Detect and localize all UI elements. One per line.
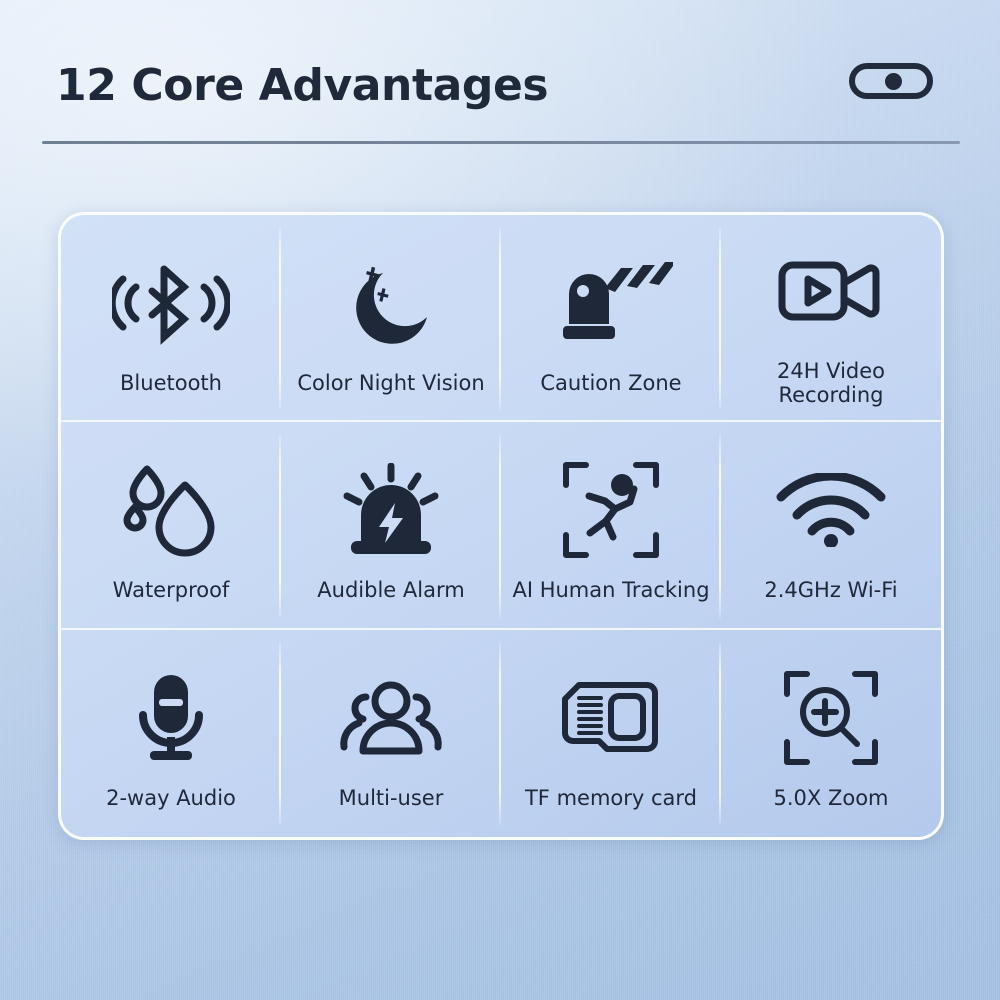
crescent-moon-stars-icon	[343, 244, 439, 362]
running-person-brackets-icon	[562, 451, 660, 569]
header-divider	[42, 141, 960, 144]
feature-label: AI Human Tracking	[512, 578, 710, 603]
feature-label: 2-way Audio	[106, 785, 236, 810]
people-group-icon	[339, 659, 443, 777]
feature-cell-24h-video-recording[interactable]: 24H Video Recording	[721, 215, 941, 423]
video-camera-play-icon	[776, 232, 886, 350]
magnifier-plus-brackets-icon	[783, 659, 879, 777]
product-feature-page: 12 Core Advantages Bluetooth Color Night…	[0, 0, 1000, 1000]
feature-cell-zoom[interactable]: 5.0X Zoom	[721, 630, 941, 837]
feature-label: Multi-user	[338, 785, 444, 810]
feature-cell-bluetooth[interactable]: Bluetooth	[61, 215, 281, 423]
page-header: 12 Core Advantages	[0, 0, 1000, 150]
feature-cell-audible-alarm[interactable]: Audible Alarm	[281, 422, 501, 630]
memory-card-icon	[559, 659, 663, 777]
feature-label: Caution Zone	[540, 370, 682, 395]
wifi-icon	[775, 451, 887, 569]
bluetooth-icon	[112, 244, 230, 362]
feature-label: 2.4GHz Wi-Fi	[764, 578, 898, 603]
page-title: 12 Core Advantages	[56, 60, 549, 111]
feature-cell-2-way-audio[interactable]: 2-way Audio	[61, 630, 281, 837]
feature-cell-ai-human-tracking[interactable]: AI Human Tracking	[501, 422, 721, 630]
feature-cell-wifi[interactable]: 2.4GHz Wi-Fi	[721, 422, 941, 630]
feature-label: 24H Video Recording	[776, 359, 886, 407]
feature-label: TF memory card	[524, 785, 697, 810]
feature-grid: Bluetooth Color Night Vision Caution Zon…	[61, 215, 941, 837]
feature-card: Bluetooth Color Night Vision Caution Zon…	[58, 212, 944, 840]
toggle-knob	[885, 73, 902, 90]
feature-label: Bluetooth	[120, 370, 222, 395]
microphone-icon	[129, 659, 213, 777]
siren-lightning-icon	[339, 451, 443, 569]
boom-barrier-gate-icon	[547, 244, 675, 362]
toggle-switch-icon[interactable]	[849, 63, 933, 99]
feature-cell-multi-user[interactable]: Multi-user	[281, 630, 501, 837]
feature-cell-caution-zone[interactable]: Caution Zone	[501, 215, 721, 423]
feature-cell-color-night-vision[interactable]: Color Night Vision	[281, 215, 501, 423]
feature-label: 5.0X Zoom	[773, 785, 889, 810]
feature-label: Color Night Vision	[297, 370, 485, 395]
feature-label: Waterproof	[112, 578, 230, 603]
feature-cell-tf-memory-card[interactable]: TF memory card	[501, 630, 721, 837]
feature-label: Audible Alarm	[317, 578, 465, 603]
water-droplets-icon	[119, 451, 223, 569]
feature-cell-waterproof[interactable]: Waterproof	[61, 422, 281, 630]
